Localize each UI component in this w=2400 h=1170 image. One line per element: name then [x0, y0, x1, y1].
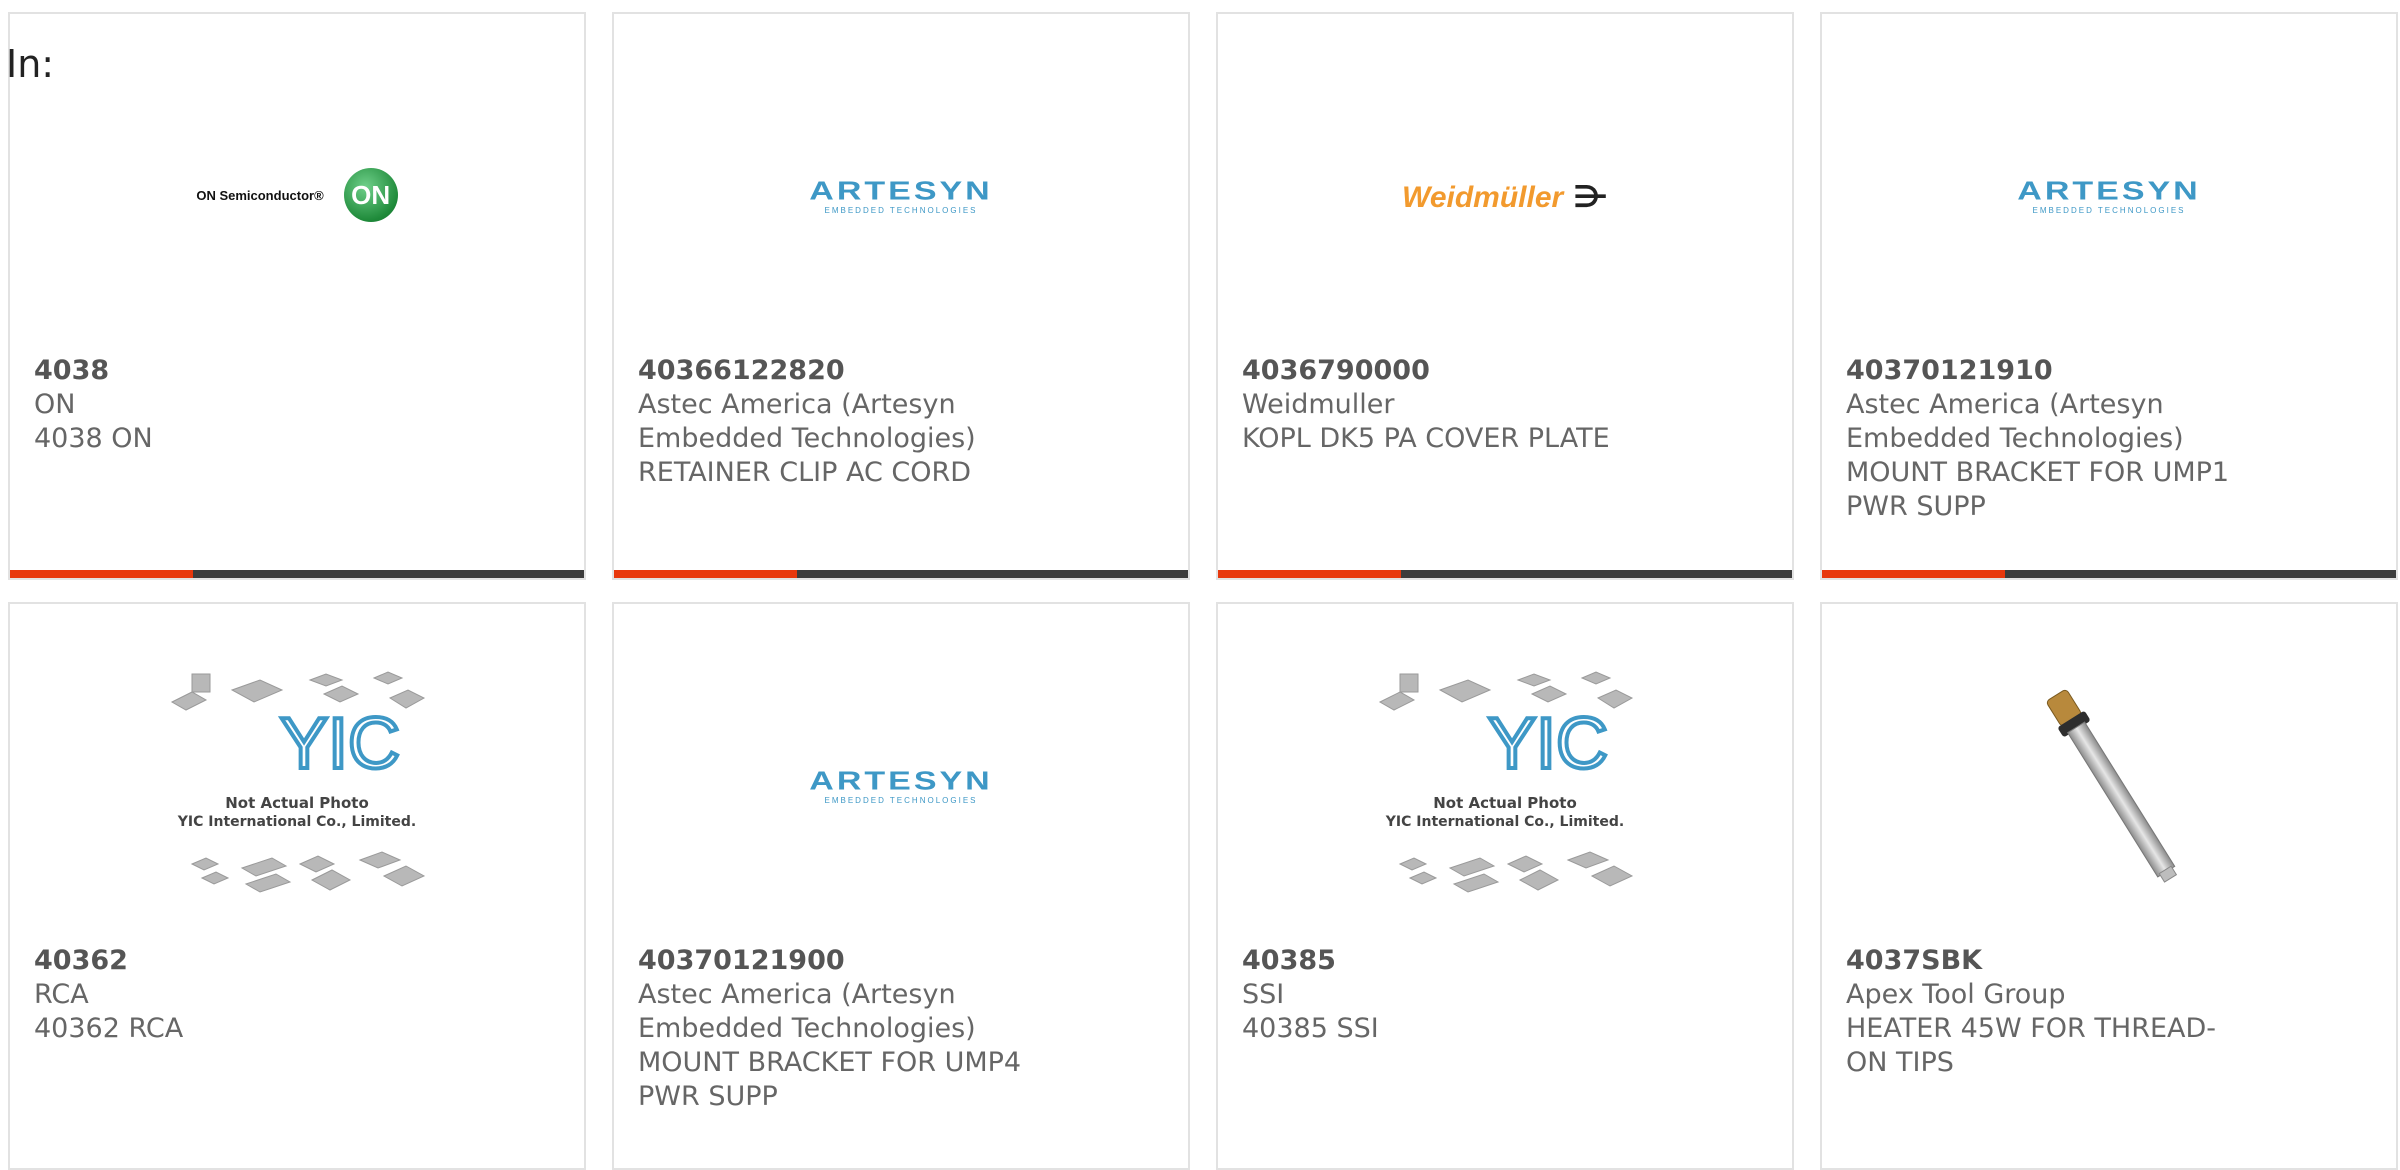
yic-placeholder-image: YIC Not Actual Photo YIC International C… [170, 671, 426, 893]
description: 4038 ON [34, 423, 153, 454]
card-accent-bar [10, 570, 193, 578]
manufacturer: SSI [1242, 979, 1285, 1010]
product-card[interactable]: ARTESYN EMBEDDED TECHNOLOGIES 4037012191… [1820, 12, 2398, 580]
logo-subtext: YIC International Co., Limited. [1385, 814, 1624, 830]
manufacturer: Astec America (Artesyn Embedded Technolo… [1846, 389, 2184, 454]
card-bottom-bar [1218, 570, 1792, 578]
part-number-link[interactable]: 40362 [34, 944, 434, 978]
product-thumbnail[interactable]: ON Semiconductor® ON [10, 84, 584, 324]
logo-text: ARTESYN [809, 176, 993, 206]
product-card[interactable]: 4037SBK Apex Tool Group HEATER 45W FOR T… [1820, 602, 2398, 1170]
on-logo-mark: ON [343, 168, 398, 222]
card-bottom-bar [1822, 570, 2396, 578]
card-accent-bar [614, 570, 797, 578]
card-accent-bar [1822, 570, 2005, 578]
card-accent-bar [1218, 570, 1401, 578]
part-number-link[interactable]: 40370121900 [638, 944, 1038, 978]
description: HEATER 45W FOR THREAD-ON TIPS [1846, 1013, 2217, 1078]
heater-product-photo [2046, 689, 2178, 883]
part-number-link[interactable]: 40366122820 [638, 354, 1038, 388]
product-thumbnail[interactable]: ARTESYN EMBEDDED TECHNOLOGIES [614, 84, 1188, 324]
description: KOPL DK5 PA COVER PLATE [1242, 423, 1610, 454]
weidmuller-logo: Weidmüller ⋺ [1402, 180, 1608, 215]
weidmuller-mark-icon: ⋺ [1573, 180, 1608, 215]
manufacturer: Weidmuller [1242, 389, 1395, 420]
product-thumbnail[interactable]: YIC Not Actual Photo YIC International C… [1218, 671, 1792, 914]
logo-subtext: YIC International Co., Limited. [177, 814, 416, 830]
product-card[interactable]: ARTESYN EMBEDDED TECHNOLOGIES 4037012190… [612, 602, 1190, 1170]
description: 40385 SSI [1242, 1013, 1379, 1044]
description: MOUNT BRACKET FOR UMP4 PWR SUPP [638, 1047, 1022, 1112]
manufacturer: Astec America (Artesyn Embedded Technolo… [638, 389, 976, 454]
yic-placeholder-image: YIC Not Actual Photo YIC International C… [1378, 671, 1634, 893]
product-card[interactable]: ON Semiconductor® ON 4038 ON 4038 ON [8, 12, 586, 580]
manufacturer: Astec America (Artesyn Embedded Technolo… [638, 979, 976, 1044]
part-number-link[interactable]: 4038 [34, 354, 434, 388]
description: MOUNT BRACKET FOR UMP1 PWR SUPP [1846, 457, 2230, 522]
manufacturer: RCA [34, 979, 89, 1010]
svg-text:YIC: YIC [1488, 704, 1608, 784]
filter-label: In: [6, 42, 55, 86]
logo-text: Not Actual Photo [225, 794, 369, 812]
part-number-link[interactable]: 4037SBK [1846, 944, 2246, 978]
product-thumbnail[interactable] [1822, 674, 2396, 914]
product-card[interactable]: YIC Not Actual Photo YIC International C… [1216, 602, 1794, 1170]
product-card[interactable]: YIC Not Actual Photo YIC International C… [8, 602, 586, 1170]
logo-subtext: EMBEDDED TECHNOLOGIES [824, 206, 978, 215]
product-thumbnail[interactable]: Weidmüller ⋺ [1218, 84, 1792, 324]
card-bottom-bar [10, 570, 584, 578]
logo-text: Weidmüller [1402, 180, 1564, 214]
description: RETAINER CLIP AC CORD [638, 457, 972, 488]
part-number-link[interactable]: 4036790000 [1242, 354, 1642, 388]
artesyn-logo: ARTESYN EMBEDDED TECHNOLOGIES [809, 176, 992, 215]
svg-text:YIC: YIC [280, 704, 400, 784]
logo-subtext: EMBEDDED TECHNOLOGIES [2032, 206, 2186, 215]
logo-text: ON Semiconductor® [196, 187, 324, 203]
product-thumbnail[interactable]: ARTESYN EMBEDDED TECHNOLOGIES [614, 674, 1188, 914]
product-card[interactable]: Weidmüller ⋺ 4036790000 Weidmuller KOPL … [1216, 12, 1794, 580]
artesyn-logo: ARTESYN EMBEDDED TECHNOLOGIES [809, 766, 992, 805]
logo-text: ARTESYN [809, 766, 993, 796]
artesyn-logo: ARTESYN EMBEDDED TECHNOLOGIES [2017, 176, 2200, 215]
part-number-link[interactable]: 40385 [1242, 944, 1642, 978]
product-card[interactable]: ARTESYN EMBEDDED TECHNOLOGIES 4036612282… [612, 12, 1190, 580]
manufacturer: ON [34, 389, 76, 420]
on-semiconductor-logo: ON Semiconductor® ON [196, 168, 398, 222]
logo-subtext: EMBEDDED TECHNOLOGIES [824, 796, 978, 805]
logo-text: ARTESYN [2017, 176, 2201, 206]
product-thumbnail[interactable]: YIC Not Actual Photo YIC International C… [10, 671, 584, 914]
manufacturer: Apex Tool Group [1846, 979, 2066, 1010]
card-bottom-bar [614, 570, 1188, 578]
product-thumbnail[interactable]: ARTESYN EMBEDDED TECHNOLOGIES [1822, 84, 2396, 324]
logo-text: Not Actual Photo [1433, 794, 1577, 812]
part-number-link[interactable]: 40370121910 [1846, 354, 2246, 388]
description: 40362 RCA [34, 1013, 184, 1044]
